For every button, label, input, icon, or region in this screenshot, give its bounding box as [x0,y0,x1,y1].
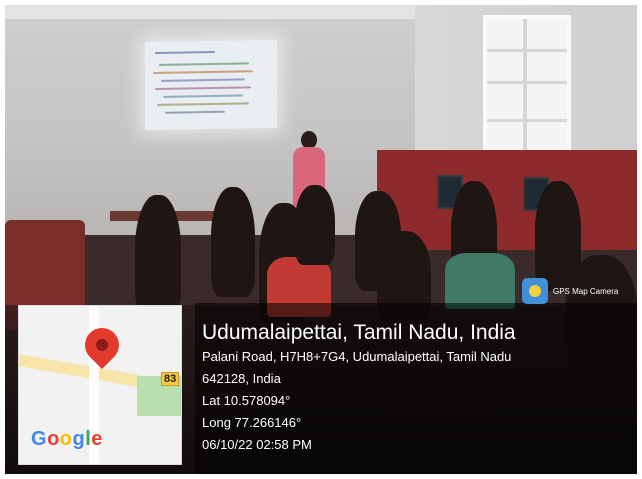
student [135,195,181,315]
longitude: Long 77.266146° [202,415,302,430]
map-pin-icon [77,320,127,370]
gps-badge-label: GPS Map Camera [553,286,619,296]
student [295,185,335,265]
location-map: 83 Google [17,305,182,465]
gps-map-camera-badge: GPS Map Camera [522,278,618,304]
address-line-1: Palani Road, H7H8+7G4, Udumalaipettai, T… [202,349,512,364]
projected-slide [145,39,277,131]
location-caption: Udumalaipettai, Tamil Nadu, India Palani… [202,320,516,456]
road-number-badge: 83 [161,372,180,386]
address-line-2: 642128, India [202,371,281,386]
latitude: Lat 10.578094° [202,393,291,408]
location-title: Udumalaipettai, Tamil Nadu, India [202,321,516,344]
camera-map-icon [522,278,548,304]
student-shirt [445,253,515,309]
timestamp: 06/10/22 02:58 PM [202,437,312,452]
google-logo: Google [31,428,103,450]
student [211,187,255,297]
window [483,15,571,165]
